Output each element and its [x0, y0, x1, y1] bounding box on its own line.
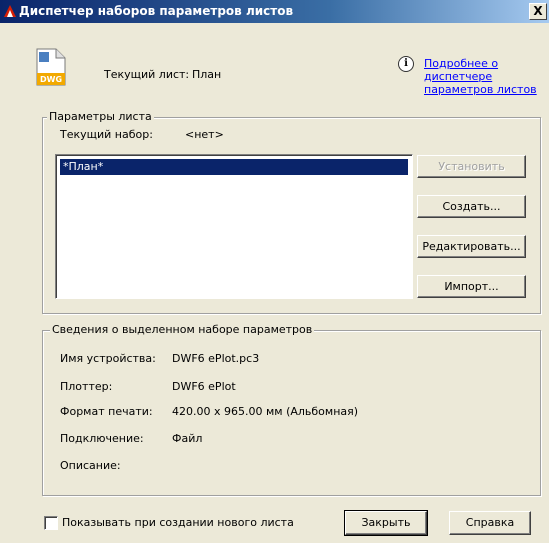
details-legend: Сведения о выделенном наборе параметров: [50, 323, 315, 336]
device-label: Имя устройства:: [60, 352, 156, 365]
sheet-params-legend: Параметры листа: [47, 110, 154, 123]
list-item[interactable]: *План*: [60, 159, 408, 175]
create-button[interactable]: Создать...: [417, 195, 526, 218]
close-button[interactable]: X: [529, 3, 547, 20]
set-current-button[interactable]: Установить: [417, 155, 526, 178]
format-value: 420.00 x 965.00 мм (Альбомная): [172, 405, 359, 418]
page-setup-list[interactable]: *План*: [55, 154, 413, 299]
current-set-value: <нет>: [185, 128, 224, 141]
format-label: Формат печати:: [60, 405, 153, 418]
info-icon: i: [398, 56, 414, 72]
description-label: Описание:: [60, 459, 121, 472]
connection-value: Файл: [172, 432, 203, 445]
learn-more-link-line3[interactable]: параметров листов: [424, 83, 537, 96]
current-sheet-label: Текущий лист:: [104, 68, 190, 81]
dwg-icon-badge: DWG: [40, 75, 62, 84]
edit-button[interactable]: Редактировать...: [417, 235, 526, 258]
plotter-label: Плоттер:: [60, 380, 113, 393]
window-title: Диспетчер наборов параметров листов: [19, 4, 294, 18]
import-button[interactable]: Импорт...: [417, 275, 526, 298]
title-bar[interactable]: Диспетчер наборов параметров листов X: [0, 0, 549, 23]
current-sheet-value: План: [192, 68, 222, 81]
help-button[interactable]: Справка: [449, 511, 531, 535]
connection-label: Подключение:: [60, 432, 144, 445]
dwg-file-icon: DWG: [36, 48, 66, 86]
app-logo-icon: [4, 5, 16, 17]
plotter-value: DWF6 ePlot: [172, 380, 236, 393]
dialog-window: Диспетчер наборов параметров листов X DW…: [0, 0, 549, 543]
learn-more-link[interactable]: Подробнее о диспетчере параметров листов: [424, 57, 537, 96]
show-on-new-sheet-checkbox[interactable]: [44, 516, 58, 530]
show-on-new-sheet-label[interactable]: Показывать при создании нового листа: [62, 516, 294, 529]
learn-more-link-line1[interactable]: Подробнее о: [424, 57, 537, 70]
close-dialog-button[interactable]: Закрыть: [344, 510, 428, 536]
current-set-label: Текущий набор:: [60, 128, 153, 141]
device-value: DWF6 ePlot.pc3: [172, 352, 260, 365]
learn-more-link-line2[interactable]: диспетчере: [424, 70, 537, 83]
